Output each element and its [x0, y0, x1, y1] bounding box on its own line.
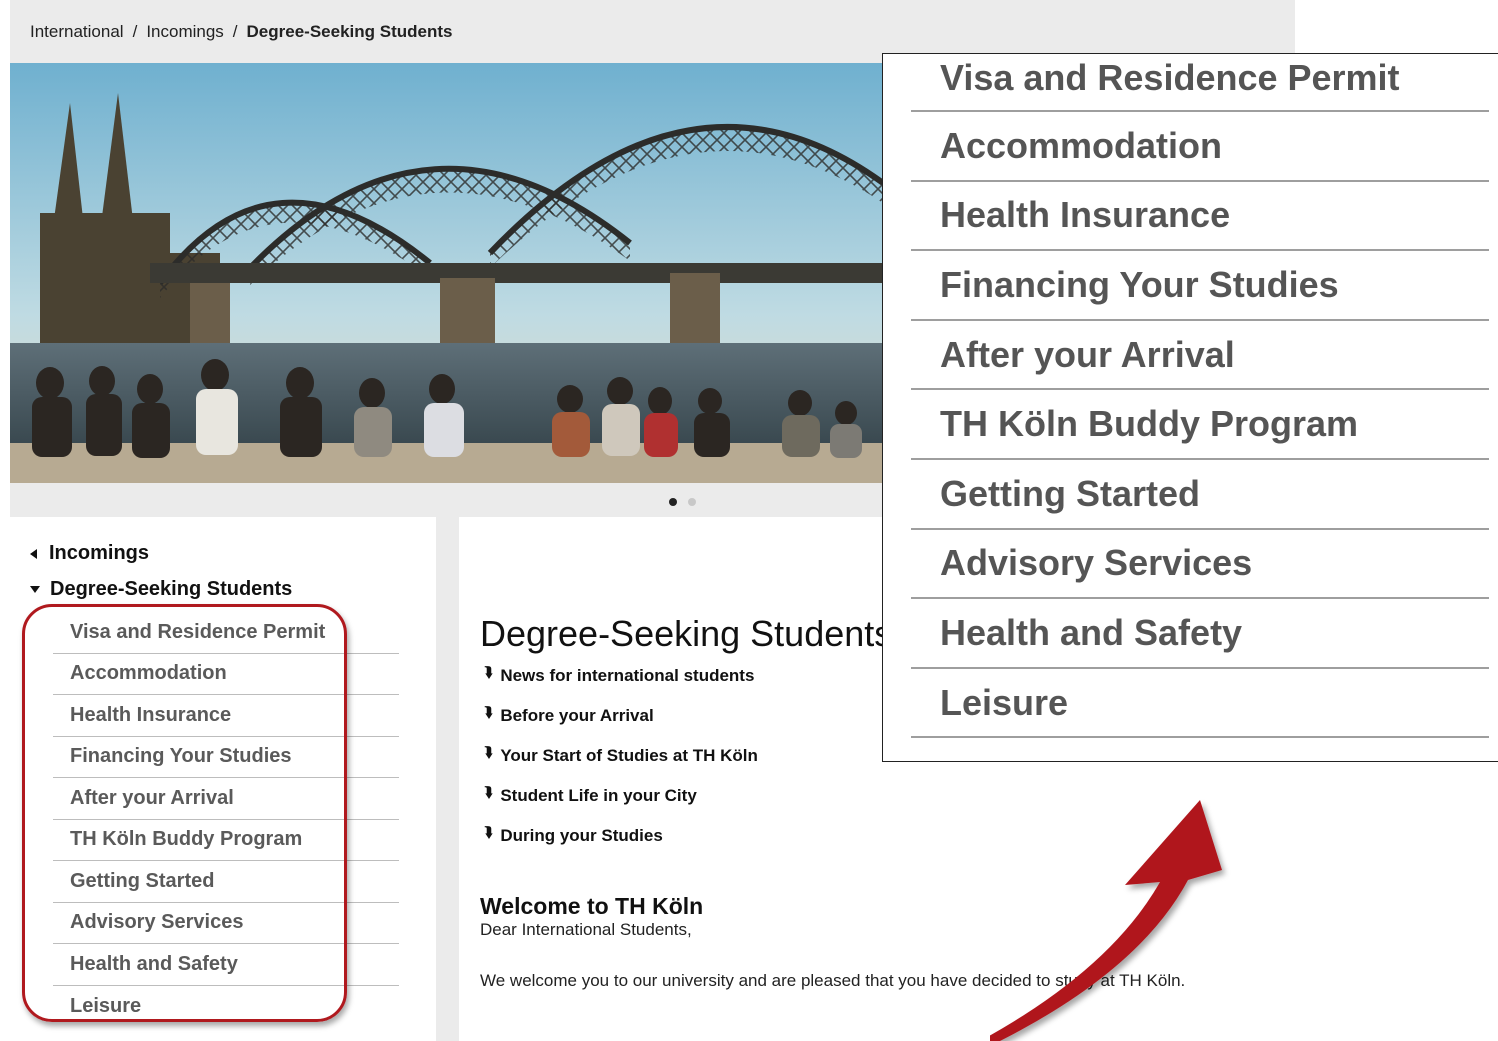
subnav-item-after-arrival[interactable]: After your Arrival	[53, 778, 399, 820]
subnav-list: Visa and Residence Permit Accommodation …	[53, 612, 399, 1027]
anchor-label: Before your Arrival	[500, 706, 654, 725]
subnav-item-visa[interactable]: Visa and Residence Permit	[53, 612, 399, 654]
zoom-item-health-safety: Health and Safety	[911, 599, 1489, 669]
zoom-item-getting-started: Getting Started	[911, 460, 1489, 530]
zoom-callout: Visa and Residence Permit Accommodation …	[882, 53, 1498, 762]
zoom-item-buddy-program: TH Köln Buddy Program	[911, 390, 1489, 460]
subnav-parent-label: Incomings	[49, 542, 150, 564]
zoom-item-accommodation: Accommodation	[911, 112, 1489, 182]
anchor-label: During your Studies	[500, 826, 663, 845]
column-divider	[436, 515, 459, 1041]
zoomed-subnav-list: Visa and Residence Permit Accommodation …	[911, 54, 1489, 739]
subnav-item-buddy-program[interactable]: TH Köln Buddy Program	[53, 820, 399, 861]
anchor-link[interactable]: ⮯ During your Studies	[484, 816, 758, 856]
breadcrumb-item-incomings[interactable]: Incomings	[146, 22, 223, 42]
anchor-link[interactable]: ⮯ Before your Arrival	[484, 696, 758, 736]
breadcrumb-separator: /	[232, 21, 238, 41]
subnav-parent-link[interactable]: Incomings	[30, 542, 149, 565]
subnav-item-health-safety[interactable]: Health and Safety	[53, 944, 399, 986]
carousel-dot-1[interactable]	[669, 498, 677, 506]
zoom-item-advisory-services: Advisory Services	[911, 530, 1489, 600]
zoom-item-health-insurance: Health Insurance	[911, 182, 1489, 252]
breadcrumb-current: Degree-Seeking Students	[246, 21, 453, 41]
salutation-text: Dear International Students,	[480, 920, 692, 939]
anchor-label: News for international students	[500, 666, 755, 685]
subnav-item-getting-started[interactable]: Getting Started	[53, 861, 399, 903]
double-chevron-down-icon: ⮯	[484, 704, 493, 720]
double-chevron-down-icon: ⮯	[484, 824, 493, 840]
double-chevron-down-icon: ⮯	[484, 664, 493, 680]
double-chevron-down-icon: ⮯	[484, 784, 493, 800]
double-chevron-down-icon: ⮯	[484, 744, 493, 760]
zoom-item-financing: Financing Your Studies	[911, 251, 1489, 321]
breadcrumb-item-international[interactable]: International	[30, 22, 124, 42]
carousel-dot-2[interactable]	[688, 498, 696, 506]
page-title: Degree-Seeking Students	[480, 613, 893, 655]
zoom-item-leisure: Leisure	[911, 669, 1489, 739]
welcome-heading: Welcome to TH Köln	[480, 893, 704, 920]
anchor-link[interactable]: ⮯ Your Start of Studies at TH Köln	[484, 736, 758, 776]
anchor-links: ⮯ News for international students ⮯ Before…	[484, 656, 758, 856]
subnav-item-health-insurance[interactable]: Health Insurance	[53, 695, 399, 737]
hero-image	[10, 63, 883, 483]
zoom-item-after-arrival: After your Arrival	[911, 321, 1489, 391]
anchor-link[interactable]: ⮯ Student Life in your City	[484, 776, 758, 816]
subnav-item-accommodation[interactable]: Accommodation	[53, 654, 399, 695]
curved-arrow-icon	[990, 800, 1222, 1041]
subnav-item-leisure[interactable]: Leisure	[53, 986, 399, 1028]
zoom-item-visa: Visa and Residence Permit	[911, 54, 1489, 112]
subnav-item-financing[interactable]: Financing Your Studies	[53, 737, 399, 778]
anchor-label: Student Life in your City	[500, 786, 697, 805]
anchor-link[interactable]: ⮯ News for international students	[484, 656, 758, 696]
carousel-pager	[10, 483, 883, 515]
breadcrumb-separator: /	[132, 21, 138, 41]
hero-photo	[10, 63, 883, 483]
subnav-current-item[interactable]: Degree-Seeking Students	[30, 578, 292, 601]
subnav-current-label: Degree-Seeking Students	[50, 578, 293, 600]
caret-left-icon	[30, 548, 37, 559]
subnav-item-advisory-services[interactable]: Advisory Services	[53, 903, 399, 944]
caret-down-icon	[30, 586, 40, 593]
anchor-label: Your Start of Studies at TH Köln	[500, 746, 758, 765]
